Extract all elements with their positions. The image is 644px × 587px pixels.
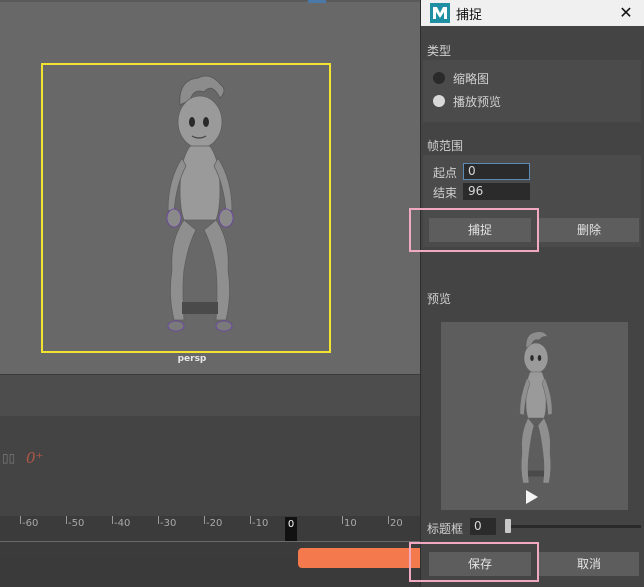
viewport-persp[interactable]: persp [0, 0, 420, 374]
radio-playblast-label[interactable]: 播放预览 [453, 93, 501, 110]
preview-section-label: 预览 [427, 292, 452, 306]
current-frame-marker[interactable]: 0 [285, 517, 297, 541]
timeline-tick [66, 516, 67, 524]
timeline-tick-label: -30 [160, 518, 177, 529]
viewport-top-border [0, 0, 420, 2]
viewport-active-marker [308, 0, 326, 3]
character-model[interactable] [150, 70, 250, 340]
camera-name-label: persp [177, 354, 207, 364]
timeline-tick [204, 516, 205, 524]
key-icon: ▯▯ [2, 451, 16, 465]
timeline-tick-label: -60 [22, 518, 39, 529]
end-label: 结束 [433, 186, 458, 200]
frame-range-section-label: 帧范围 [427, 139, 464, 153]
timeline-tick [20, 516, 21, 524]
radio-thumbnail-label[interactable]: 缩略图 [453, 70, 489, 87]
type-section-label: 类型 [427, 44, 452, 58]
key-readout: 0⁺ [26, 449, 44, 467]
viewport-bottom-bar [0, 374, 420, 416]
timeline-tick [112, 516, 113, 524]
playback-range-bar[interactable] [298, 548, 420, 568]
timeline-tick-label: -20 [206, 518, 223, 529]
timeline-tick [388, 516, 389, 524]
channel-area [0, 416, 420, 516]
play-icon[interactable] [526, 490, 538, 504]
start-frame-input[interactable]: 0 [463, 163, 530, 180]
maya-window: persp ▯▯ 0⁺ -60 -50 -40 -30 -20 -10 10 2… [0, 0, 644, 587]
timeline-tick-label: -50 [68, 518, 85, 529]
preview-character [519, 331, 553, 484]
radio-thumbnail[interactable] [433, 72, 445, 84]
timeline-tick [250, 516, 251, 524]
capture-button-highlight [409, 208, 539, 252]
title-frame-slider-handle[interactable] [505, 519, 511, 533]
timeline-tick-label: -40 [114, 518, 131, 529]
cancel-button[interactable]: 取消 [539, 552, 639, 576]
type-options-group: 缩略图 播放预览 [423, 60, 641, 122]
save-button-highlight [409, 542, 539, 582]
timeline-tick-label: -10 [252, 518, 269, 529]
maya-app-icon [430, 3, 450, 23]
capture-dialog: 捕捉 ✕ 类型 缩略图 播放预览 帧范围 起点 0 结束 96 捕捉 删除 预览 [409, 0, 644, 587]
title-frame-slider-track[interactable] [505, 525, 641, 528]
close-icon[interactable]: ✕ [617, 3, 635, 22]
delete-button[interactable]: 删除 [539, 218, 639, 242]
start-label: 起点 [433, 166, 458, 180]
dialog-titlebar[interactable]: 捕捉 ✕ [421, 0, 644, 26]
end-frame-input[interactable]: 96 [463, 183, 530, 200]
timeline-tick-label: 20 [390, 518, 403, 529]
dialog-title: 捕捉 [456, 8, 483, 23]
title-frame-input[interactable]: 0 [470, 518, 496, 535]
timeline-tick [342, 516, 343, 524]
radio-playblast[interactable] [433, 95, 445, 107]
timeline-tick-label: 10 [344, 518, 357, 529]
timeline-divider [0, 541, 420, 542]
timeline-tick [158, 516, 159, 524]
title-frame-label: 标题框 [427, 522, 464, 536]
